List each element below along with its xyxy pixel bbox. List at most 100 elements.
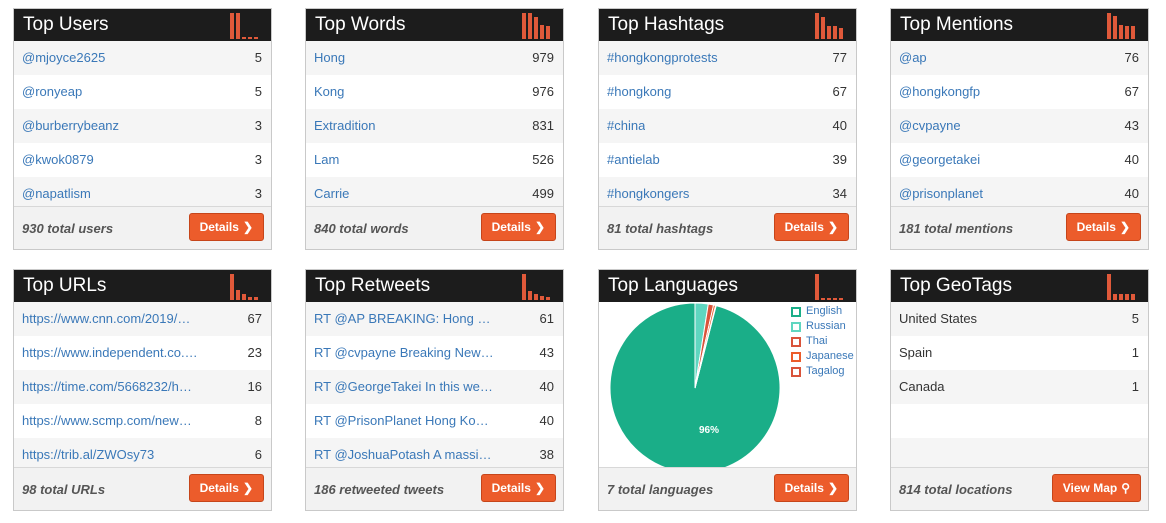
- details-button[interactable]: Details ❯: [773, 474, 849, 502]
- user-link[interactable]: @burberrybeanz: [22, 118, 119, 133]
- user-link[interactable]: @kwok0879: [22, 152, 94, 167]
- words-list: Hong 979 Kong 976 Extradition 831 Lam 526 Ca…: [306, 41, 563, 211]
- card-footer: 81 total hashtags Details ❯: [599, 206, 856, 249]
- card-top-mentions: Top Mentions @ap 76 @hongkongfp 67 @cvpayn…: [890, 8, 1149, 250]
- card-header: Top Hashtags: [599, 9, 856, 41]
- word-link[interactable]: Extradition: [314, 118, 375, 133]
- details-label: Details: [199, 220, 239, 234]
- hashtag-link[interactable]: #china: [607, 118, 645, 133]
- retweet-link[interactable]: RT @AP BREAKING: Hong Ko…: [314, 311, 494, 326]
- legend-label: Russian: [806, 320, 846, 332]
- mention-link[interactable]: @prisonplanet: [899, 186, 983, 201]
- mention-link[interactable]: @hongkongfp: [899, 84, 980, 99]
- url-link[interactable]: https://trib.al/ZWOsy73: [22, 447, 154, 462]
- details-button[interactable]: Details ❯: [188, 213, 264, 241]
- legend-swatch: [791, 337, 801, 347]
- count: 40: [1124, 152, 1139, 167]
- details-button[interactable]: Details ❯: [1065, 213, 1141, 241]
- url-link[interactable]: https://www.independent.co.…: [22, 345, 198, 360]
- details-button[interactable]: Details ❯: [773, 213, 849, 241]
- list-item: https://www.cnn.com/2019/… 67: [14, 302, 271, 336]
- word-link[interactable]: Hong: [314, 50, 345, 65]
- user-link[interactable]: @mjoyce2625: [22, 50, 105, 65]
- total-count: 7 total languages: [607, 482, 714, 497]
- url-link[interactable]: https://time.com/5668232/h…: [22, 379, 192, 394]
- list-item: @georgetakei 40: [891, 143, 1148, 177]
- count: 976: [532, 84, 554, 99]
- bar-chart-icon: [520, 272, 556, 300]
- legend-label: English: [806, 305, 843, 317]
- pie-percent-label: 96%: [699, 425, 719, 436]
- card-top-urls: Top URLs https://www.cnn.com/2019/… 67 ht…: [13, 269, 272, 511]
- card-footer: 840 total words Details ❯: [306, 206, 563, 249]
- retweet-link[interactable]: RT @cvpayne Breaking News …: [314, 345, 494, 360]
- card-title: Top URLs: [23, 275, 107, 296]
- location-name: Canada: [899, 379, 945, 394]
- total-count: 98 total URLs: [22, 482, 106, 497]
- list-item: Hong 979: [306, 41, 563, 75]
- mentions-list: @ap 76 @hongkongfp 67 @cvpayne 43 @georgeta…: [891, 41, 1148, 211]
- mention-link[interactable]: @cvpayne: [899, 118, 961, 133]
- mention-link[interactable]: @ap: [899, 50, 927, 65]
- card-title: Top Languages: [608, 275, 738, 296]
- list-item: RT @GeorgeTakei In this wee… 40: [306, 370, 563, 404]
- retweet-link[interactable]: RT @JoshuaPotash A massiv…: [314, 447, 494, 462]
- chevron-right-icon: ❯: [827, 220, 838, 234]
- location-name: Spain: [899, 345, 933, 360]
- word-link[interactable]: Kong: [314, 84, 344, 99]
- list-item: @ronyeap 5: [14, 75, 271, 109]
- list-item: @burberrybeanz 3: [14, 109, 271, 143]
- hashtag-link[interactable]: #hongkong: [607, 84, 671, 99]
- languages-pie-chart: 96% English Russian Thai Japanese Tagalo…: [599, 302, 856, 474]
- word-link[interactable]: Carrie: [314, 186, 349, 201]
- count: 5: [254, 50, 262, 65]
- count: 39: [832, 152, 847, 167]
- hashtag-link[interactable]: #hongkongers: [607, 186, 689, 201]
- count: 23: [247, 345, 262, 360]
- count: 67: [1124, 84, 1139, 99]
- count: 5: [1131, 311, 1139, 326]
- count: 43: [1124, 118, 1139, 133]
- card-title: Top Users: [23, 14, 109, 35]
- count: 76: [1124, 50, 1139, 65]
- hashtag-link[interactable]: #antielab: [607, 152, 660, 167]
- bar-chart-icon: [228, 272, 264, 300]
- count: 77: [832, 50, 847, 65]
- count: 16: [247, 379, 262, 394]
- total-count: 186 retweeted tweets: [314, 482, 445, 497]
- view-map-button[interactable]: View Map ⚲: [1051, 474, 1141, 502]
- count: 5: [254, 84, 262, 99]
- legend-swatch: [791, 367, 801, 377]
- details-label: Details: [491, 481, 531, 495]
- word-link[interactable]: Lam: [314, 152, 339, 167]
- count: 1: [1131, 345, 1139, 360]
- retweet-link[interactable]: RT @PrisonPlanet Hong Kon…: [314, 413, 494, 428]
- card-header: Top Words: [306, 9, 563, 41]
- hashtag-link[interactable]: #hongkongprotests: [607, 50, 718, 65]
- url-link[interactable]: https://www.scmp.com/new…: [22, 413, 192, 428]
- chevron-right-icon: ❯: [827, 481, 838, 495]
- bar-chart-icon: [1105, 272, 1141, 300]
- location-name: United States: [899, 311, 978, 326]
- retweet-link[interactable]: RT @GeorgeTakei In this wee…: [314, 379, 494, 394]
- url-link[interactable]: https://www.cnn.com/2019/…: [22, 311, 190, 326]
- count: 34: [832, 186, 847, 201]
- details-button[interactable]: Details ❯: [480, 474, 556, 502]
- card-header: Top GeoTags: [891, 270, 1148, 302]
- legend-label: Thai: [806, 335, 828, 347]
- bar-chart-icon: [228, 11, 264, 39]
- total-count: 840 total words: [314, 221, 409, 236]
- user-link[interactable]: @ronyeap: [22, 84, 82, 99]
- details-button[interactable]: Details ❯: [480, 213, 556, 241]
- total-count: 81 total hashtags: [607, 221, 714, 236]
- count: 3: [254, 186, 262, 201]
- list-item: United States 5: [891, 302, 1148, 336]
- count: 67: [247, 311, 262, 326]
- details-button[interactable]: Details ❯: [188, 474, 264, 502]
- user-link[interactable]: @napatlism: [22, 186, 91, 201]
- list-item-empty: [891, 404, 1148, 438]
- list-item: @ap 76: [891, 41, 1148, 75]
- mention-link[interactable]: @georgetakei: [899, 152, 980, 167]
- legend-label: Japanese: [806, 350, 854, 362]
- list-item: #antielab 39: [599, 143, 856, 177]
